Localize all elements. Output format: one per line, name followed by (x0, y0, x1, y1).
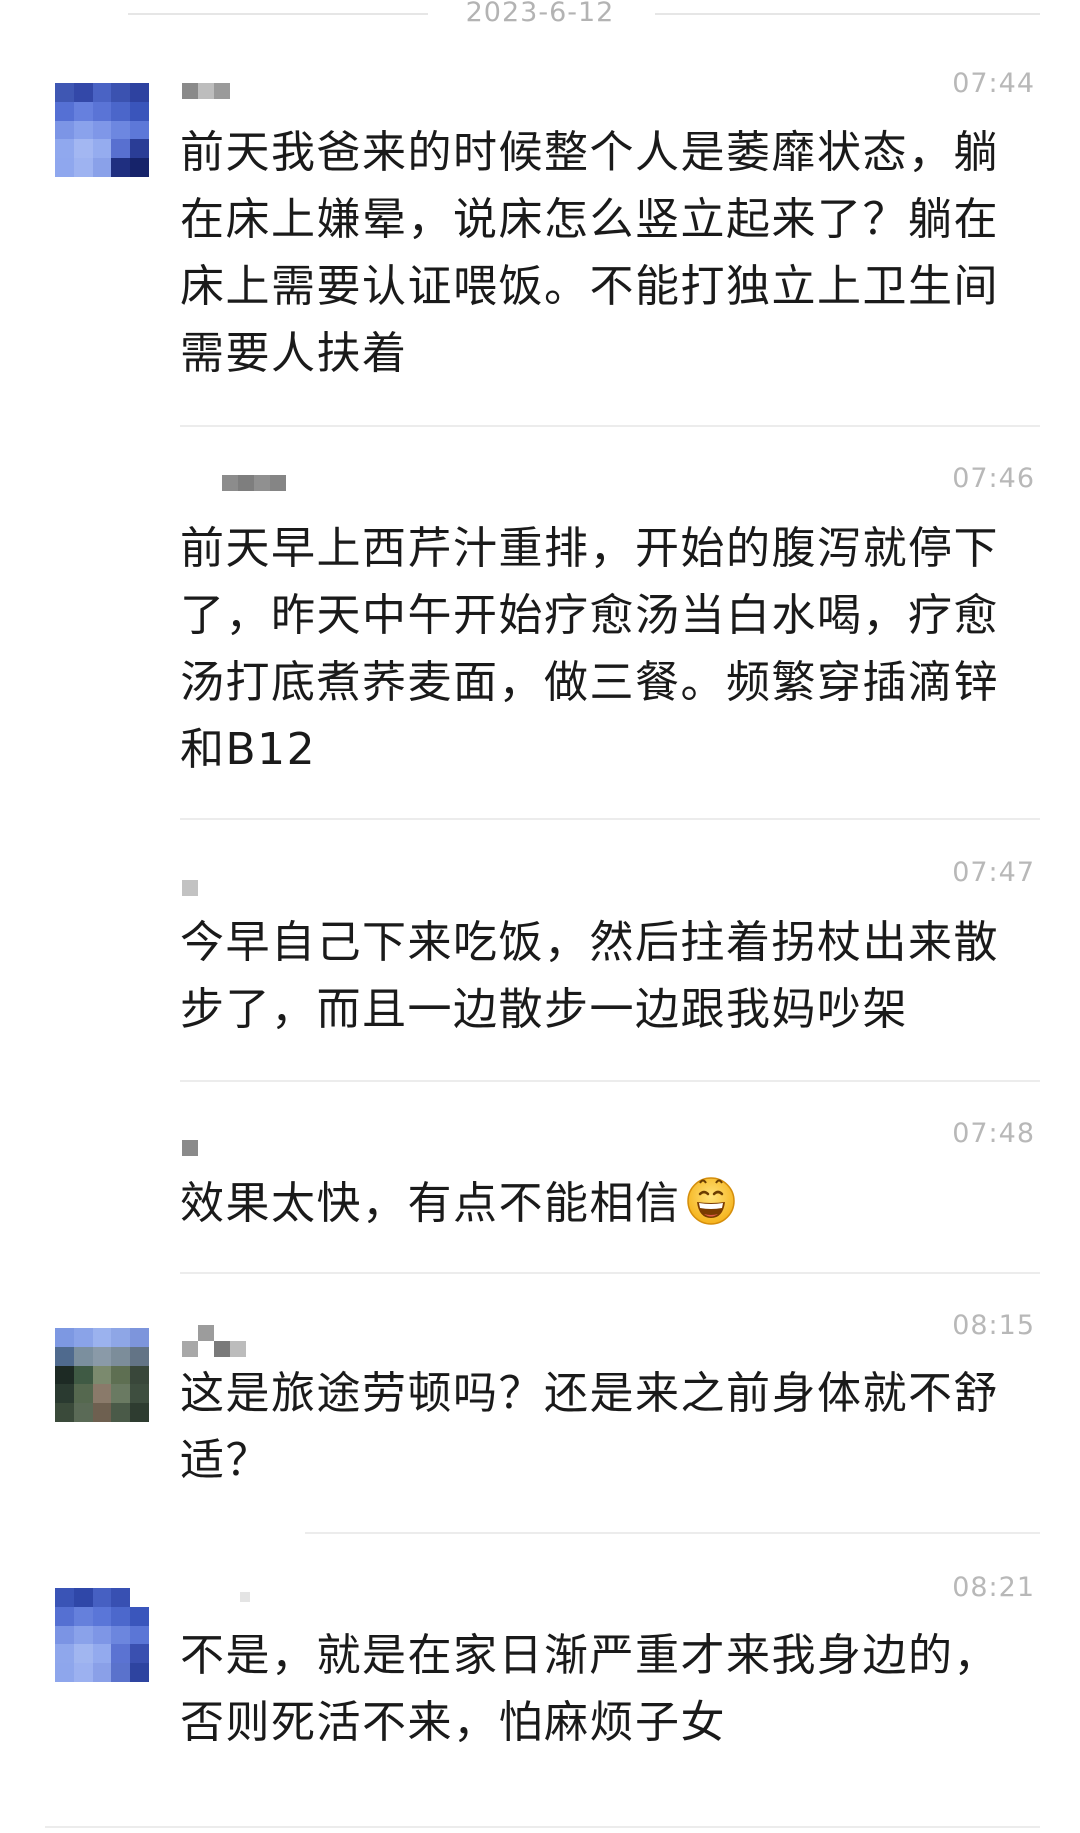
message-text: 效果太快，有点不能相信 (180, 1170, 1040, 1237)
avatar[interactable] (55, 1588, 149, 1682)
message-time: 08:21 (952, 1572, 1035, 1603)
date-divider: 2023-6-12 (0, 0, 1080, 34)
message-separator (180, 818, 1040, 820)
avatar[interactable] (55, 83, 149, 177)
message-separator (305, 1532, 1040, 1534)
message-separator (180, 425, 1040, 427)
message-text-content: 效果太快，有点不能相信 (180, 1178, 681, 1229)
sender-name (222, 475, 286, 495)
grinning-sweat-emoji-icon (685, 1174, 737, 1226)
message-time: 07:44 (952, 68, 1035, 99)
message-time: 08:15 (952, 1310, 1035, 1341)
message-separator (45, 1826, 1040, 1828)
message-text: 前天早上西芹汁重排，开始的腹泻就停下了，昨天中午开始疗愈汤当白水喝，疗愈汤打底煮… (180, 523, 999, 775)
divider-line-left (128, 13, 428, 15)
sender-name (182, 83, 230, 103)
divider-line-right (655, 13, 1040, 15)
message-text: 不是，就是在家日渐严重才来我身边的，否则死活不来，怕麻烦子女 (180, 1630, 999, 1748)
message-separator (180, 1080, 1040, 1082)
message-text: 今早自己下来吃饭，然后拄着拐杖出来散步了，而且一边散步一边跟我妈吵架 (180, 917, 999, 1035)
message-time: 07:46 (952, 463, 1035, 494)
sender-name (240, 1592, 250, 1612)
message-text: 前天我爸来的时候整个人是萎靡状态，躺在床上嫌晕，说床怎么竖立起来了？躺在床上需要… (180, 127, 999, 379)
avatar[interactable] (55, 1328, 149, 1422)
message-time: 07:48 (952, 1118, 1035, 1149)
message-time: 07:47 (952, 857, 1035, 888)
message-separator (180, 1272, 1040, 1274)
sender-name-row2 (182, 1341, 246, 1361)
sender-name (182, 1140, 198, 1160)
message-text: 这是旅途劳顿吗？还是来之前身体就不舒适？ (180, 1368, 999, 1486)
sender-name (182, 880, 198, 900)
date-label: 2023-6-12 (465, 0, 615, 28)
